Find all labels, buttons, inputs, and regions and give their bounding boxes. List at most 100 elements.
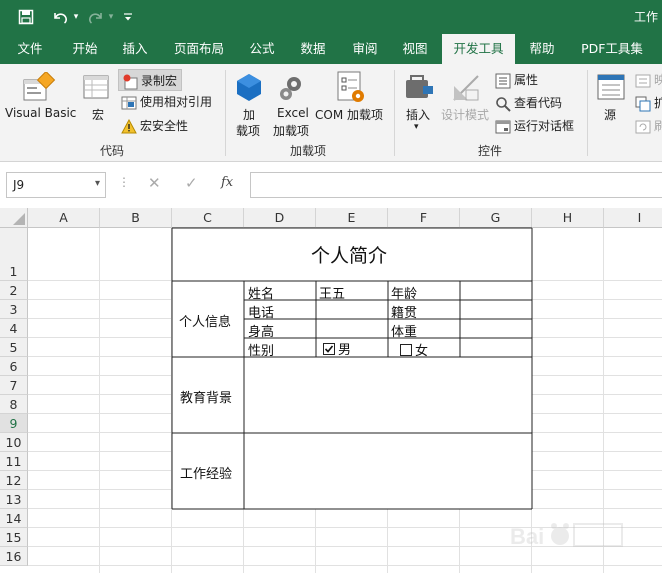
relative-reference-label: 使用相对引用 [140, 95, 213, 109]
excel-addins-label-line1: Excel [277, 106, 309, 120]
tab-page-layout[interactable]: 页面布局 [165, 34, 233, 64]
addins-icon [234, 72, 264, 104]
group-divider [587, 70, 588, 156]
xml-refresh-button[interactable]: 刷 [635, 117, 662, 137]
source-button[interactable]: 源 [604, 106, 616, 123]
xml-map-button[interactable]: 映 [635, 71, 662, 91]
run-dialog-icon [495, 119, 511, 135]
gender-label: 性别 [248, 344, 275, 359]
run-dialog-button[interactable]: 运行对话框 [495, 117, 574, 137]
design-mode-icon [450, 72, 482, 104]
tab-view[interactable]: 视图 [392, 34, 438, 64]
tab-pdf-tools[interactable]: PDF工具集 [572, 34, 652, 64]
refresh-icon [635, 119, 651, 135]
addins-group-label: 加载项 [290, 144, 327, 158]
tab-developer[interactable]: 开发工具 [442, 34, 515, 64]
hometown-label: 籍贯 [391, 306, 418, 321]
com-addins-button[interactable]: COM 加载项 [315, 106, 383, 123]
male-label: 男 [338, 343, 352, 358]
macros-button[interactable]: 宏 [92, 106, 104, 123]
redo-dropdown-icon[interactable]: ▾ [106, 6, 116, 28]
name-value: 王五 [319, 287, 346, 302]
tab-file[interactable]: 文件 [8, 34, 52, 64]
worksheet[interactable]: ABCDEFGHI 1 2 3 4 5 6 7 8 9 10 11 12 13 14 15 16 个人简介 个… [0, 208, 662, 573]
checkbox-checked-icon [323, 343, 335, 355]
macros-icon [82, 72, 112, 104]
function-icon[interactable]: fx [221, 175, 233, 190]
view-code-button[interactable]: 查看代码 [495, 94, 562, 114]
record-macro-icon [122, 74, 138, 90]
ribbon-tabs: 文件 开始 插入 页面布局 公式 数据 审阅 视图 开发工具 帮助 PDF工具集 [0, 34, 662, 64]
excel-addins-button[interactable]: 加载项 [273, 122, 309, 139]
addins-label-line1: 加 [243, 108, 256, 122]
xml-refresh-label: 刷 [654, 119, 662, 133]
warning-icon [121, 118, 137, 135]
watermark-logo: Bai [510, 518, 630, 558]
name-box-value: J9 [13, 178, 25, 192]
insert-dropdown-icon[interactable]: ▾ [414, 122, 419, 132]
redo-icon[interactable] [84, 6, 108, 28]
tab-home[interactable]: 开始 [60, 34, 110, 64]
relative-reference-button[interactable]: 使用相对引用 [121, 93, 212, 113]
xml-map-icon [635, 73, 651, 89]
title-bar: ▾ ▾ 工作 [0, 0, 662, 34]
undo-dropdown-icon[interactable]: ▾ [70, 6, 82, 28]
save-icon[interactable] [14, 6, 38, 28]
window-title: 工作 [633, 10, 658, 24]
section-education: 教育背景 [180, 391, 233, 406]
group-divider [394, 70, 395, 156]
insert-control-icon [403, 72, 435, 104]
addins-button[interactable]: 载项 [236, 122, 260, 139]
female-label: 女 [415, 344, 429, 359]
source-icon [596, 72, 626, 104]
chevron-down-icon[interactable]: ▾ [95, 178, 100, 189]
female-checkbox[interactable]: 女 [400, 340, 428, 359]
insert-control-button[interactable]: 插入 [406, 106, 430, 123]
macro-security-button[interactable]: 宏安全性 [121, 117, 188, 137]
visual-basic-button[interactable]: Visual Basic [5, 106, 76, 120]
section-personal-info: 个人信息 [179, 315, 232, 330]
macro-security-label: 宏安全性 [140, 119, 189, 133]
name-box[interactable]: J9 ▾ [6, 172, 106, 198]
section-work-experience: 工作经验 [180, 467, 233, 482]
properties-icon [495, 73, 511, 89]
height-label: 身高 [248, 325, 275, 340]
svg-text:Bai: Bai [510, 524, 544, 549]
enter-icon[interactable]: ✓ [185, 174, 198, 192]
record-macro-button[interactable]: 录制宏 [118, 69, 182, 91]
more-icon: ⋮ [118, 175, 130, 189]
view-code-label: 查看代码 [514, 96, 563, 110]
ribbon: Visual Basic 宏 录制宏 使用相对引用 宏安全性 代码 加 载项 E… [0, 64, 662, 162]
record-macro-label: 录制宏 [141, 74, 178, 88]
code-group-label: 代码 [100, 144, 125, 158]
cancel-icon[interactable]: ✕ [148, 174, 161, 192]
excel-addins-icon [276, 72, 308, 104]
tab-help[interactable]: 帮助 [520, 34, 564, 64]
controls-group-label: 控件 [478, 144, 503, 158]
tab-insert[interactable]: 插入 [112, 34, 158, 64]
xml-expansion-button[interactable]: 扩 [635, 94, 662, 114]
phone-label: 电话 [248, 306, 275, 321]
properties-button[interactable]: 属性 [495, 71, 538, 91]
xml-expansion-label: 扩 [654, 96, 662, 110]
run-dialog-label: 运行对话框 [514, 119, 575, 133]
age-label: 年龄 [391, 287, 418, 302]
checkbox-unchecked-icon [400, 344, 412, 356]
view-code-icon [495, 96, 511, 112]
design-mode-button[interactable]: 设计模式 [441, 106, 489, 123]
formula-input[interactable] [250, 172, 662, 198]
tab-formulas[interactable]: 公式 [240, 34, 284, 64]
name-label: 姓名 [248, 287, 275, 302]
tab-data[interactable]: 数据 [290, 34, 336, 64]
formula-bar: J9 ▾ ⋮ ✕ ✓ fx [0, 162, 662, 208]
properties-label: 属性 [514, 73, 539, 87]
resume-title: 个人简介 [311, 245, 388, 267]
xml-expansion-icon [635, 96, 651, 112]
undo-icon[interactable] [48, 6, 72, 28]
weight-label: 体重 [391, 325, 418, 340]
tab-review[interactable]: 审阅 [342, 34, 388, 64]
male-checkbox[interactable]: 男 [323, 339, 351, 358]
customize-icon[interactable] [120, 6, 136, 28]
visual-basic-icon [22, 70, 56, 104]
group-divider [225, 70, 226, 156]
